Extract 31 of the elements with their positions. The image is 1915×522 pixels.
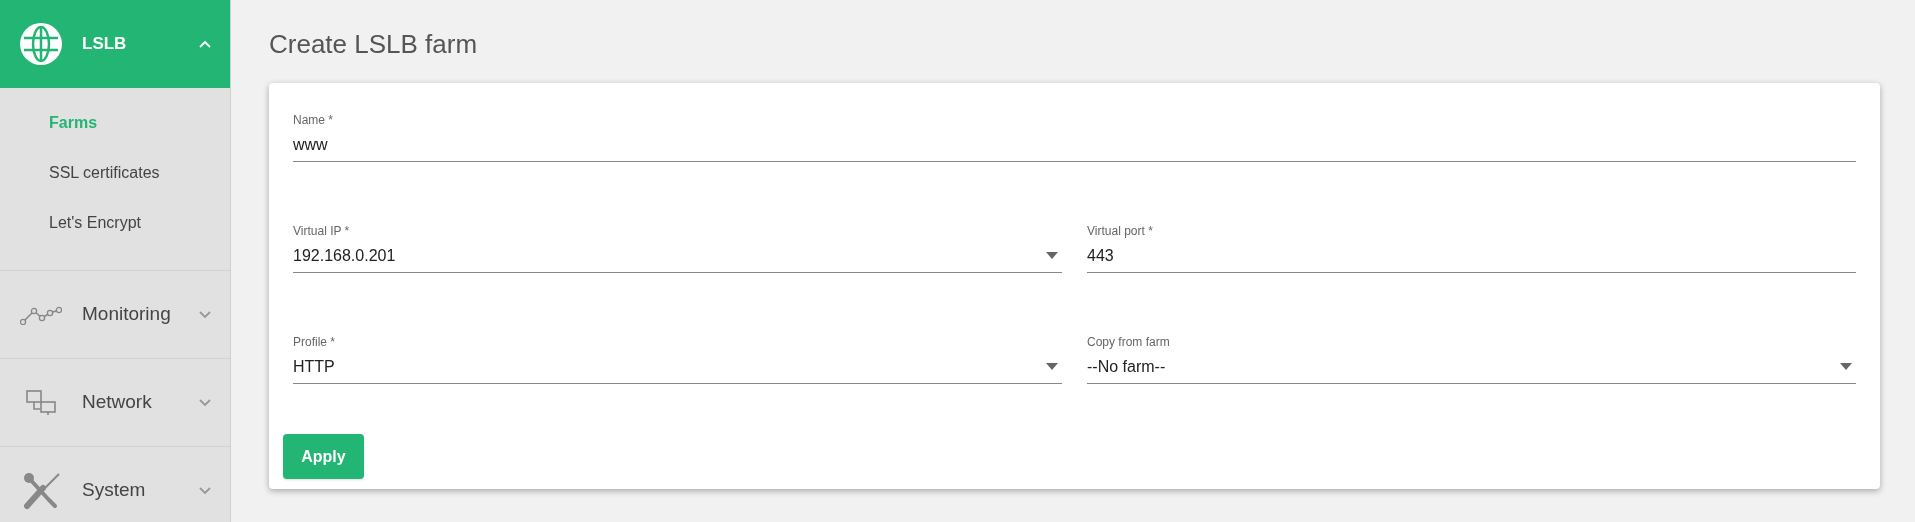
- input-field[interactable]: Virtual port * 443: [1087, 222, 1856, 273]
- nav-item[interactable]: SSL certificates: [0, 148, 230, 198]
- field-value: --No farm--: [1087, 357, 1166, 377]
- nav-section-header[interactable]: Network: [0, 359, 230, 446]
- chevron-up-icon: [198, 39, 212, 49]
- nav-section-header[interactable]: System: [0, 447, 230, 522]
- select-field[interactable]: Profile * HTTP: [293, 333, 1062, 384]
- field-value: 192.168.0.201: [293, 246, 396, 266]
- chevron-down-icon: [198, 486, 212, 495]
- field-label: Virtual port *: [1087, 223, 1153, 240]
- dropdown-arrow-icon: [1046, 252, 1058, 259]
- field-label: Name *: [293, 112, 333, 129]
- page-title: Create LSLB farm: [269, 28, 479, 61]
- globe-icon: [18, 21, 64, 67]
- input-field[interactable]: Name * www: [293, 111, 1856, 162]
- dropdown-arrow-icon: [1840, 363, 1852, 370]
- monitors-icon: [25, 388, 57, 417]
- field-value: 443: [1087, 246, 1114, 266]
- nav-section-header[interactable]: Monitoring: [0, 271, 230, 358]
- line-graph-icon: [20, 304, 62, 325]
- field-value: HTTP: [293, 357, 335, 377]
- select-field[interactable]: Virtual IP * 192.168.0.201: [293, 222, 1062, 273]
- field-label: Virtual IP *: [293, 223, 350, 240]
- select-field[interactable]: Copy from farm --No farm--: [1087, 333, 1856, 384]
- field-label: Profile *: [293, 334, 336, 351]
- field-label: Copy from farm: [1087, 334, 1170, 351]
- chevron-down-icon: [198, 398, 212, 407]
- field-value: www: [293, 135, 328, 155]
- nav-item[interactable]: Let's Encrypt: [0, 198, 230, 248]
- chevron-down-icon: [198, 310, 212, 319]
- dropdown-arrow-icon: [1046, 363, 1058, 370]
